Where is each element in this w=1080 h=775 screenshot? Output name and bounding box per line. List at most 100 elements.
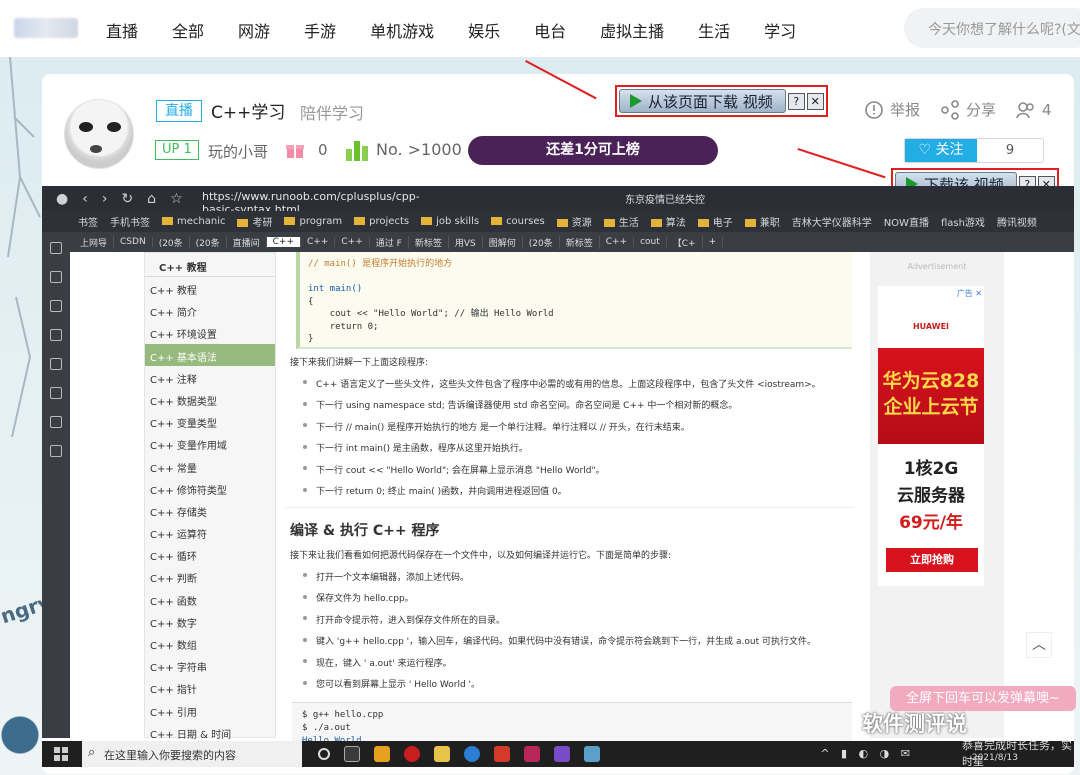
tutorial-nav-item[interactable]: C++ 函数: [145, 588, 275, 610]
ad-banner[interactable]: 广告 ✕ HUAWEI 华为云828 企业上云节 1核2G 云服务器 69元/年…: [878, 286, 984, 586]
tutorial-nav-item[interactable]: C++ 引用: [145, 699, 275, 721]
browser-tab[interactable]: 新标签: [560, 235, 600, 249]
browser-tab[interactable]: 【C+: [667, 235, 703, 249]
bookmark-item[interactable]: job skills: [421, 216, 479, 227]
nav-item-entertainment[interactable]: 娱乐: [468, 18, 500, 42]
bookmark-item[interactable]: mechanic: [162, 216, 225, 227]
browser-tab[interactable]: (20条: [153, 235, 190, 249]
tutorial-nav-item[interactable]: C++ 存储类: [145, 499, 275, 521]
tutorial-nav-item[interactable]: C++ 字符串: [145, 654, 275, 676]
browser-tab[interactable]: 上网导: [74, 235, 115, 249]
site-logo[interactable]: [14, 18, 78, 38]
visual-studio-icon[interactable]: [554, 746, 570, 762]
tutorial-nav-item[interactable]: C++ 变量类型: [145, 410, 275, 432]
nav-item-live[interactable]: 直播: [106, 18, 138, 42]
browser-tab[interactable]: (20条: [190, 235, 227, 249]
browser-tab[interactable]: C++: [600, 237, 635, 247]
taskbar-search-input[interactable]: 在这里输入你要搜索的内容: [82, 741, 302, 767]
app-icon[interactable]: [374, 746, 390, 762]
browser-tab[interactable]: (20条: [523, 235, 560, 249]
tutorial-nav-item[interactable]: C++ 指针: [145, 676, 275, 698]
browser-tab[interactable]: 通过 F: [370, 235, 409, 249]
browser-tab[interactable]: 图解何: [483, 235, 523, 249]
ad-close-button[interactable]: 广告 ✕: [957, 288, 982, 299]
bookmark-item[interactable]: 手机书签: [110, 214, 150, 229]
search-input[interactable]: 今天你想了解什么呢?(文: [904, 8, 1080, 48]
nav-item-single-games[interactable]: 单机游戏: [370, 18, 434, 42]
streamer-name[interactable]: 玩的小哥: [208, 141, 268, 162]
bookmark-item[interactable]: projects: [354, 216, 409, 227]
app-icon[interactable]: [344, 746, 360, 762]
ad-buy-button[interactable]: 立即抢购: [886, 548, 978, 572]
sidebar-tool-icon[interactable]: [50, 271, 62, 283]
bookmark-item[interactable]: 兼职: [744, 214, 780, 229]
sidebar-tool-icon[interactable]: [50, 387, 62, 399]
bookmark-item[interactable]: 生活: [603, 214, 639, 229]
browser-tab[interactable]: CSDN: [114, 237, 153, 247]
bookmark-item[interactable]: 吉林大学仪器科学: [792, 214, 872, 229]
scroll-top-icon[interactable]: ︿: [1026, 632, 1052, 658]
rank-up-button[interactable]: 还差1分可上榜: [468, 136, 718, 165]
live-video-player[interactable]: ● ‹ › ↻ ⌂ ☆ https://www.runoob.com/cplus…: [42, 186, 1074, 764]
help-button[interactable]: ?: [787, 92, 805, 110]
tutorial-nav-item[interactable]: C++ 修饰符类型: [145, 477, 275, 499]
nav-item-vtuber[interactable]: 虚拟主播: [600, 18, 664, 42]
tutorial-nav-item[interactable]: C++ 数据类型: [145, 388, 275, 410]
close-button[interactable]: ✕: [806, 92, 824, 110]
windows-start-icon[interactable]: [54, 747, 68, 761]
tutorial-nav-item[interactable]: C++ 判断: [145, 565, 275, 587]
browser-tab[interactable]: 用VS: [449, 235, 483, 249]
browser-tab[interactable]: C++: [301, 237, 336, 247]
bookmark-item[interactable]: 资源: [556, 214, 592, 229]
browser-icon[interactable]: [464, 746, 480, 762]
refresh-icon[interactable]: ↻: [121, 191, 133, 207]
browser-tab-active[interactable]: C++: [266, 237, 302, 247]
forward-icon[interactable]: ›: [102, 191, 108, 207]
share-button[interactable]: 分享: [966, 99, 996, 120]
tutorial-nav-item[interactable]: C++ 常量: [145, 455, 275, 477]
bookmark-item[interactable]: 电子: [697, 214, 733, 229]
browser-tab[interactable]: C++: [335, 237, 370, 247]
bookmark-item[interactable]: 腾讯视频: [997, 214, 1037, 229]
tutorial-nav-item[interactable]: C++ 变量作用域: [145, 432, 275, 454]
app-icon[interactable]: [584, 746, 600, 762]
tutorial-nav-item[interactable]: C++ 运算符: [145, 521, 275, 543]
pdf-icon[interactable]: [494, 746, 510, 762]
tutorial-nav-item[interactable]: C++ 环境设置: [145, 321, 275, 343]
live-tag[interactable]: 直播: [156, 100, 202, 122]
sidebar-tool-icon[interactable]: [50, 300, 62, 312]
bookmark-item[interactable]: 考研: [237, 214, 272, 229]
report-button[interactable]: 举报: [890, 99, 920, 120]
browser-tab[interactable]: cout: [634, 237, 667, 247]
app-icon[interactable]: [524, 746, 540, 762]
browser-news-title[interactable]: 东京疫情已经失控: [625, 191, 705, 206]
follow-button[interactable]: ♡ 关注: [905, 139, 977, 162]
sidebar-tool-icon[interactable]: [50, 358, 62, 370]
task-view-icon[interactable]: [318, 748, 330, 760]
sidebar-tool-icon[interactable]: [50, 416, 62, 428]
tutorial-nav-item[interactable]: C++ 循环: [145, 543, 275, 565]
tutorial-nav-item[interactable]: C++ 注释: [145, 366, 275, 388]
sidebar-tool-icon[interactable]: [50, 242, 62, 254]
tutorial-nav-item-active[interactable]: C++ 基本语法: [145, 343, 275, 366]
bookmark-item[interactable]: NOW直播: [884, 214, 929, 229]
bookmark-item[interactable]: courses: [491, 216, 545, 227]
nav-item-study[interactable]: 学习: [764, 18, 796, 42]
bookmark-item[interactable]: program: [284, 216, 342, 227]
tutorial-nav-item[interactable]: C++ 数字: [145, 610, 275, 632]
tutorial-nav-item[interactable]: C++ 数组: [145, 632, 275, 654]
new-tab-button[interactable]: +: [703, 237, 724, 247]
tutorial-nav-item[interactable]: C++ 教程: [145, 277, 275, 299]
page-download-button[interactable]: 从该页面下载 视频: [619, 89, 786, 113]
nav-item-life[interactable]: 生活: [698, 18, 730, 42]
nav-item-all[interactable]: 全部: [172, 18, 204, 42]
tutorial-nav-item[interactable]: C++ 日期 & 时间: [145, 721, 275, 743]
browser-tab[interactable]: 直播间: [227, 235, 267, 249]
room-subtitle[interactable]: 陪伴学习: [300, 100, 364, 124]
back-icon[interactable]: ‹: [82, 191, 88, 207]
browser-tab[interactable]: 新标签: [409, 235, 449, 249]
folder-icon[interactable]: [434, 746, 450, 762]
tutorial-nav-item[interactable]: C++ 简介: [145, 299, 275, 321]
nav-item-online-games[interactable]: 网游: [238, 18, 270, 42]
home-icon[interactable]: ⌂: [147, 191, 156, 207]
